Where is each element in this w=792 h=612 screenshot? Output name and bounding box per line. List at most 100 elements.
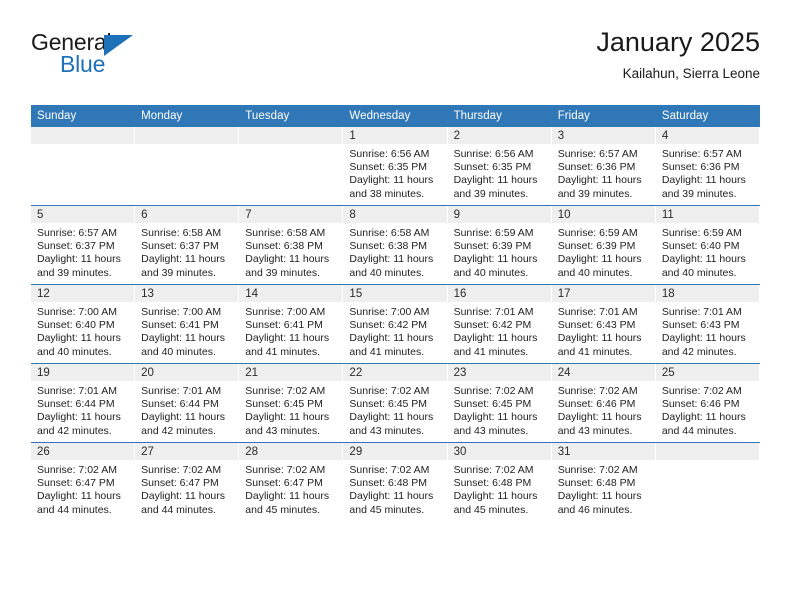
daylight-text: Daylight: 11 hours and 40 minutes. [141,332,225,358]
day-cell-inner: 28 Sunrise: 7:02 AM Sunset: 6:47 PM Dayligh… [239,443,344,521]
sunrise-text: Sunrise: 7:02 AM [245,464,326,476]
calendar-day-cell[interactable]: 14 Sunrise: 7:00 AM Sunset: 6:41 PM Dayligh… [239,284,344,364]
sunset-text: Sunset: 6:41 PM [245,319,323,332]
day-info: Sunrise: 7:02 AM Sunset: 6:45 PM Daylight:… [448,381,552,438]
sunset-text: Sunset: 6:35 PM [349,161,428,174]
day-cell-inner: 19 Sunrise: 7:01 AM Sunset: 6:44 PM Dayligh… [31,364,136,442]
sunrise-text: Sunrise: 7:01 AM [141,385,222,397]
calendar-day-cell[interactable]: 11 Sunrise: 6:59 AM Sunset: 6:40 PM Dayligh… [655,205,760,285]
calendar-day-cell[interactable]: 2 Sunrise: 6:56 AM Sunset: 6:35 PM Daylight… [447,127,552,206]
day-info: Sunrise: 7:02 AM Sunset: 6:46 PM Daylight:… [552,381,656,438]
calendar-day-cell[interactable]: 27 Sunrise: 7:02 AM Sunset: 6:47 PM Dayligh… [135,442,240,521]
weekday-header-row: Sunday Monday Tuesday Wednesday Thursday Frid… [31,105,760,127]
day-info: Sunrise: 6:57 AM Sunset: 6:37 PM Daylight:… [31,223,135,280]
calendar-day-cell[interactable]: 12 Sunrise: 7:00 AM Sunset: 6:40 PM Dayligh… [31,284,136,364]
sunrise-text: Sunrise: 7:01 AM [37,385,117,397]
weekday-header-monday: Monday [135,105,240,127]
calendar-day-cell[interactable]: 31 Sunrise: 7:02 AM Sunset: 6:48 PM Dayligh… [551,442,656,521]
daylight-text: Daylight: 11 hours and 39 minutes. [141,253,225,279]
day-info: Sunrise: 7:02 AM Sunset: 6:48 PM Daylight:… [552,460,656,517]
day-number: 20 [135,364,240,381]
day-cell-inner: 9 Sunrise: 6:59 AM Sunset: 6:39 PM Daylight… [447,206,552,284]
day-cell-inner: 6 Sunrise: 6:58 AM Sunset: 6:37 PM Daylight… [135,206,240,284]
daylight-text: Daylight: 11 hours and 40 minutes. [37,332,121,358]
calendar-day-cell[interactable]: 7 Sunrise: 6:58 AM Sunset: 6:38 PM Daylight… [239,205,344,285]
day-cell-inner [31,127,136,205]
calendar-day-cell[interactable]: 15 Sunrise: 7:00 AM Sunset: 6:42 PM Dayligh… [343,284,448,364]
logo-word-blue: Blue [60,51,106,77]
day-number: 10 [551,206,656,223]
calendar-day-cell[interactable]: 30 Sunrise: 7:02 AM Sunset: 6:48 PM Dayligh… [447,442,552,521]
sunset-text: Sunset: 6:45 PM [349,398,428,411]
calendar-day-cell[interactable]: 24 Sunrise: 7:02 AM Sunset: 6:46 PM Dayligh… [551,363,656,443]
calendar-day-cell[interactable]: 29 Sunrise: 7:02 AM Sunset: 6:48 PM Dayligh… [343,442,448,521]
page-subtitle: Kailahun, Sierra Leone [622,66,760,81]
day-number: 23 [447,364,552,381]
calendar-day-cell[interactable]: 9 Sunrise: 6:59 AM Sunset: 6:39 PM Daylight… [447,205,552,285]
day-cell-inner: 31 Sunrise: 7:02 AM Sunset: 6:48 PM Dayligh… [551,443,656,521]
calendar-day-cell[interactable]: 3 Sunrise: 6:57 AM Sunset: 6:36 PM Daylight… [551,127,656,206]
daylight-text: Daylight: 11 hours and 39 minutes. [557,174,642,200]
calendar-day-cell[interactable]: 16 Sunrise: 7:01 AM Sunset: 6:42 PM Dayligh… [447,284,552,364]
daylight-text: Daylight: 11 hours and 42 minutes. [141,411,225,437]
sunset-text: Sunset: 6:45 PM [245,398,323,411]
day-cell-inner [239,127,344,205]
sunset-text: Sunset: 6:39 PM [453,240,532,253]
daylight-text: Daylight: 11 hours and 38 minutes. [349,174,434,200]
day-number: 6 [135,206,240,223]
calendar-day-cell[interactable]: 17 Sunrise: 7:01 AM Sunset: 6:43 PM Dayligh… [551,284,656,364]
day-cell-inner: 17 Sunrise: 7:01 AM Sunset: 6:43 PM Dayligh… [551,285,656,363]
calendar-day-cell[interactable]: 18 Sunrise: 7:01 AM Sunset: 6:43 PM Dayligh… [655,284,760,364]
day-info: Sunrise: 7:00 AM Sunset: 6:41 PM Daylight:… [135,302,239,359]
calendar-day-cell[interactable]: 1 Sunrise: 6:56 AM Sunset: 6:35 PM Daylight… [343,127,448,206]
day-number: 25 [655,364,760,381]
daylight-text: Daylight: 11 hours and 41 minutes. [453,332,538,358]
calendar-day-cell[interactable]: 10 Sunrise: 6:59 AM Sunset: 6:39 PM Dayligh… [551,205,656,285]
day-cell-inner: 24 Sunrise: 7:02 AM Sunset: 6:46 PM Dayligh… [551,364,656,442]
calendar-day-cell[interactable]: 25 Sunrise: 7:02 AM Sunset: 6:46 PM Dayligh… [655,363,760,443]
sunset-text: Sunset: 6:37 PM [37,240,115,253]
calendar-day-cell[interactable]: 20 Sunrise: 7:01 AM Sunset: 6:44 PM Dayligh… [135,363,240,443]
calendar-day-cell[interactable]: 19 Sunrise: 7:01 AM Sunset: 6:44 PM Dayligh… [31,363,136,443]
daylight-text: Daylight: 11 hours and 40 minutes. [661,253,746,279]
calendar-day-cell[interactable]: 5 Sunrise: 6:57 AM Sunset: 6:37 PM Daylight… [31,205,136,285]
day-cell-inner: 8 Sunrise: 6:58 AM Sunset: 6:38 PM Daylight… [343,206,448,284]
daylight-text: Daylight: 11 hours and 40 minutes. [453,253,538,279]
daylight-text: Daylight: 11 hours and 43 minutes. [349,411,434,437]
sunrise-text: Sunrise: 6:56 AM [453,148,534,160]
calendar-day-cell[interactable]: 21 Sunrise: 7:02 AM Sunset: 6:45 PM Dayligh… [239,363,344,443]
sunset-text: Sunset: 6:36 PM [557,161,636,174]
calendar-day-cell[interactable]: 8 Sunrise: 6:58 AM Sunset: 6:38 PM Daylight… [343,205,448,285]
calendar-body: 1 Sunrise: 6:56 AM Sunset: 6:35 PM Daylight… [31,127,760,521]
day-info: Sunrise: 7:00 AM Sunset: 6:41 PM Daylight:… [239,302,343,359]
sunset-text: Sunset: 6:40 PM [37,319,115,332]
day-number [135,127,240,144]
sunrise-text: Sunrise: 7:02 AM [557,385,638,397]
calendar-day-cell[interactable]: 4 Sunrise: 6:57 AM Sunset: 6:36 PM Daylight… [655,127,760,206]
calendar-week-row: 19 Sunrise: 7:01 AM Sunset: 6:44 PM Dayligh… [31,363,760,443]
calendar-day-cell[interactable]: 6 Sunrise: 6:58 AM Sunset: 6:37 PM Daylight… [135,205,240,285]
calendar-day-cell[interactable]: 22 Sunrise: 7:02 AM Sunset: 6:45 PM Dayligh… [343,363,448,443]
day-info: Sunrise: 7:02 AM Sunset: 6:45 PM Daylight:… [239,381,343,438]
calendar-week-row: 5 Sunrise: 6:57 AM Sunset: 6:37 PM Daylight… [31,205,760,285]
day-info: Sunrise: 6:59 AM Sunset: 6:40 PM Daylight:… [656,223,760,280]
daylight-text: Daylight: 11 hours and 39 minutes. [453,174,538,200]
day-info: Sunrise: 7:01 AM Sunset: 6:43 PM Daylight:… [552,302,656,359]
daylight-text: Daylight: 11 hours and 39 minutes. [245,253,330,279]
daylight-text: Daylight: 11 hours and 43 minutes. [557,411,642,437]
sunset-text: Sunset: 6:39 PM [557,240,636,253]
calendar-day-cell[interactable]: 28 Sunrise: 7:02 AM Sunset: 6:47 PM Dayligh… [239,442,344,521]
day-cell-inner: 26 Sunrise: 7:02 AM Sunset: 6:47 PM Dayligh… [31,443,136,521]
sunset-text: Sunset: 6:38 PM [245,240,323,253]
blue-triangle-icon [104,35,133,56]
daylight-text: Daylight: 11 hours and 40 minutes. [349,253,434,279]
calendar-day-cell[interactable]: 23 Sunrise: 7:02 AM Sunset: 6:45 PM Dayligh… [447,363,552,443]
weekday-header-tuesday: Tuesday [239,105,344,127]
daylight-text: Daylight: 11 hours and 42 minutes. [37,411,121,437]
day-number: 22 [343,364,448,381]
day-cell-inner: 21 Sunrise: 7:02 AM Sunset: 6:45 PM Dayligh… [239,364,344,442]
general-blue-logo[interactable]: General Blue [31,26,151,84]
sunset-text: Sunset: 6:43 PM [557,319,636,332]
calendar-day-cell[interactable]: 26 Sunrise: 7:02 AM Sunset: 6:47 PM Dayligh… [31,442,136,521]
calendar-day-cell[interactable]: 13 Sunrise: 7:00 AM Sunset: 6:41 PM Dayligh… [135,284,240,364]
